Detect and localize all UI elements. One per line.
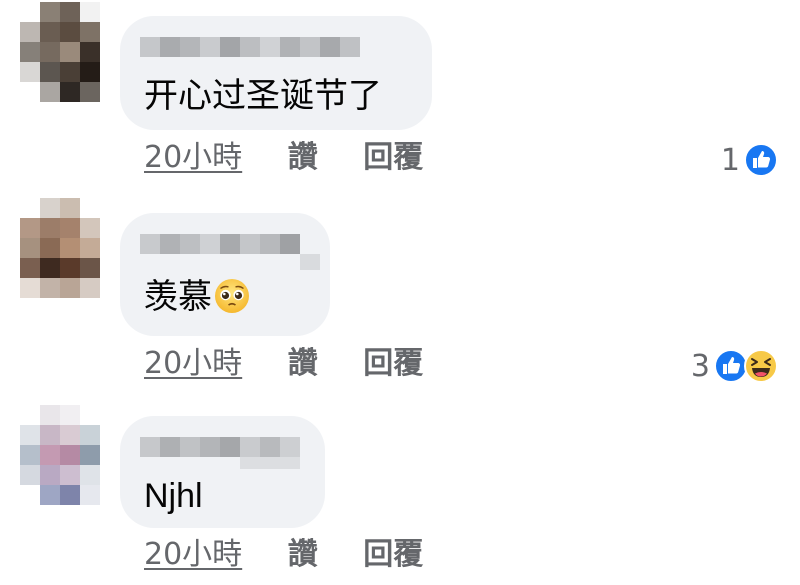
timestamp-link[interactable]: 20小時 bbox=[144, 140, 242, 176]
like-icon bbox=[744, 143, 778, 177]
reaction-summary[interactable]: 1 bbox=[721, 140, 778, 180]
comment-actions: 20小時 讚 回覆 bbox=[144, 346, 423, 382]
avatar[interactable] bbox=[20, 2, 100, 102]
comment-actions: 20小時 讚 回覆 bbox=[144, 537, 423, 573]
author-name-redacted[interactable] bbox=[140, 437, 300, 469]
comment-bubble: 羡慕 bbox=[120, 213, 330, 336]
timestamp-link[interactable]: 20小時 bbox=[144, 537, 242, 573]
reaction-count: 3 bbox=[690, 348, 710, 384]
reply-button[interactable]: 回覆 bbox=[363, 140, 423, 176]
comment-actions: 20小時 讚 回覆 bbox=[144, 140, 423, 176]
like-button[interactable]: 讚 bbox=[288, 140, 318, 176]
reply-button[interactable]: 回覆 bbox=[363, 346, 423, 382]
like-button[interactable]: 讚 bbox=[288, 346, 318, 382]
reaction-summary[interactable]: 3 bbox=[691, 346, 778, 386]
reply-button[interactable]: 回覆 bbox=[363, 537, 423, 573]
comment-bubble: Njhl bbox=[120, 416, 325, 528]
timestamp-link[interactable]: 20小時 bbox=[144, 346, 242, 382]
haha-icon bbox=[744, 349, 778, 383]
author-name-redacted[interactable] bbox=[140, 234, 320, 270]
comment-bubble: 开心过圣诞节了 bbox=[120, 16, 432, 130]
comment-text: 羡慕 bbox=[144, 277, 250, 317]
comment-text: 开心过圣诞节了 bbox=[144, 76, 382, 116]
avatar[interactable] bbox=[20, 198, 100, 298]
like-button[interactable]: 讚 bbox=[288, 537, 318, 573]
pleading-face-icon bbox=[215, 279, 249, 313]
like-icon bbox=[714, 349, 748, 383]
comment-text: Njhl bbox=[144, 477, 203, 515]
author-name-redacted[interactable] bbox=[140, 37, 360, 59]
reaction-count: 1 bbox=[720, 142, 740, 178]
avatar[interactable] bbox=[20, 405, 100, 505]
